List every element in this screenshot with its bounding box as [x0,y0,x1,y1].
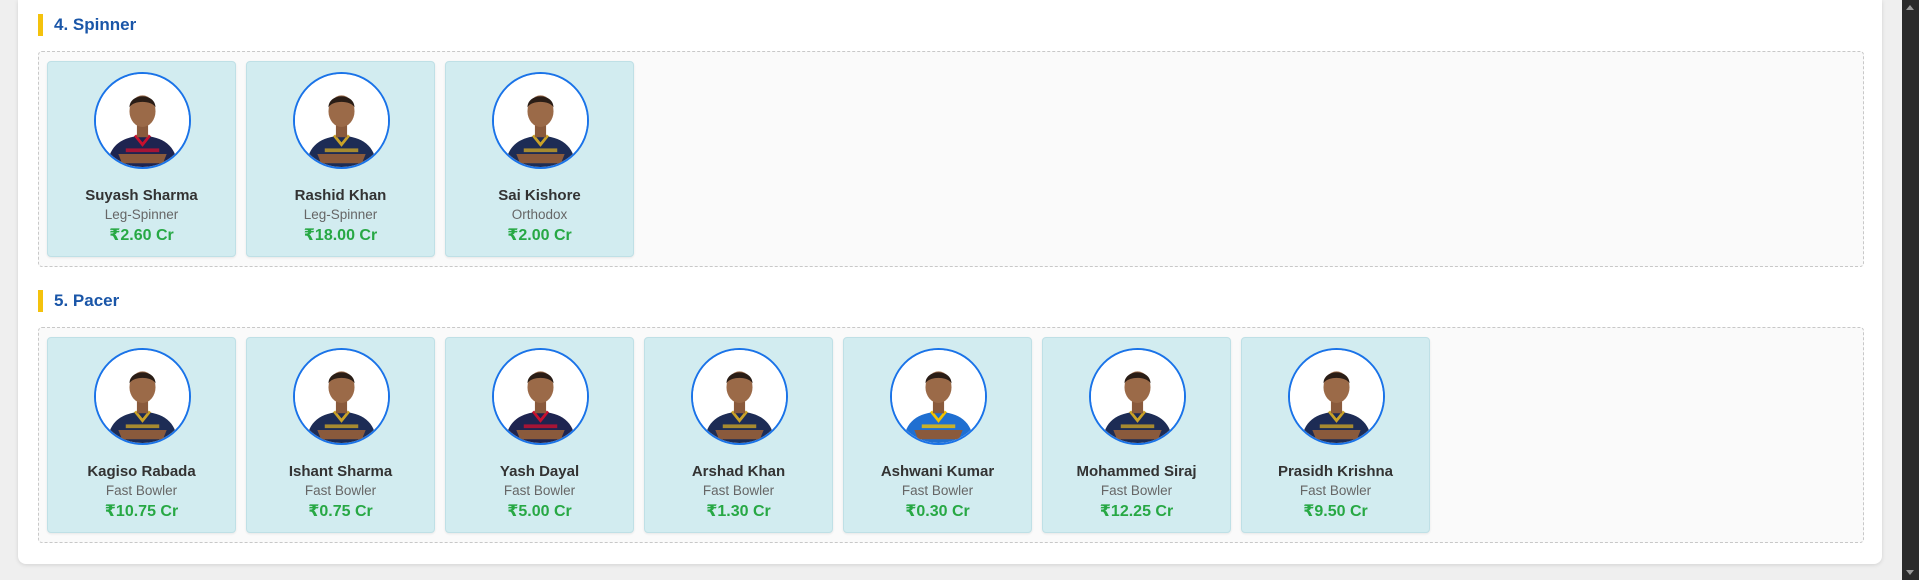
player-price: ₹1.30 Cr [706,503,771,520]
player-avatar [293,348,390,445]
player-price: ₹0.75 Cr [308,503,373,520]
player-name: Prasidh Krishna [1277,463,1394,480]
scroll-down-arrow-icon[interactable] [1906,570,1914,575]
vertical-scrollbar[interactable] [1902,0,1919,580]
player-name: Suyash Sharma [85,187,198,204]
player-role: Fast Bowler [702,483,775,498]
player-card[interactable]: Sai Kishore Orthodox ₹2.00 Cr [445,61,634,257]
player-price: ₹5.00 Cr [507,503,572,520]
player-card[interactable]: Kagiso Rabada Fast Bowler ₹10.75 Cr [47,337,236,533]
player-avatar [492,348,589,445]
player-card[interactable]: Yash Dayal Fast Bowler ₹5.00 Cr [445,337,634,533]
section-title-spinner: 4. Spinner [38,14,136,36]
player-price: ₹12.25 Cr [1099,503,1174,520]
player-name: Kagiso Rabada [87,463,196,480]
player-role: Fast Bowler [1299,483,1372,498]
player-price: ₹10.75 Cr [104,503,179,520]
pacer-group: Kagiso Rabada Fast Bowler ₹10.75 Cr Isha… [38,327,1864,543]
player-name: Ashwani Kumar [880,463,995,480]
player-avatar [492,72,589,169]
scroll-up-arrow-icon[interactable] [1906,5,1914,10]
player-price: ₹2.60 Cr [109,227,174,244]
player-card[interactable]: Rashid Khan Leg-Spinner ₹18.00 Cr [246,61,435,257]
player-avatar [890,348,987,445]
player-name: Ishant Sharma [288,463,393,480]
player-avatar [691,348,788,445]
player-price: ₹9.50 Cr [1303,503,1368,520]
player-card[interactable]: Ishant Sharma Fast Bowler ₹0.75 Cr [246,337,435,533]
player-role: Fast Bowler [503,483,576,498]
player-role: Fast Bowler [105,483,178,498]
player-card[interactable]: Suyash Sharma Leg-Spinner ₹2.60 Cr [47,61,236,257]
player-price: ₹18.00 Cr [303,227,378,244]
player-role: Fast Bowler [1100,483,1173,498]
player-card[interactable]: Arshad Khan Fast Bowler ₹1.30 Cr [644,337,833,533]
player-name: Arshad Khan [691,463,786,480]
player-role: Fast Bowler [901,483,974,498]
player-role: Fast Bowler [304,483,377,498]
player-avatar [94,348,191,445]
player-avatar [94,72,191,169]
player-card[interactable]: Prasidh Krishna Fast Bowler ₹9.50 Cr [1241,337,1430,533]
player-price: ₹0.30 Cr [905,503,970,520]
player-name: Mohammed Siraj [1076,463,1197,480]
player-avatar [1089,348,1186,445]
player-name: Yash Dayal [499,463,580,480]
player-card[interactable]: Ashwani Kumar Fast Bowler ₹0.30 Cr [843,337,1032,533]
player-role: Leg-Spinner [303,207,378,222]
player-name: Sai Kishore [498,187,581,204]
squad-panel: 4. Spinner Suyash Sharma Leg-Spinner ₹2.… [18,0,1882,564]
player-avatar [1288,348,1385,445]
player-price: ₹2.00 Cr [507,227,572,244]
player-card[interactable]: Mohammed Siraj Fast Bowler ₹12.25 Cr [1042,337,1231,533]
player-avatar [293,72,390,169]
section-title-pacer: 5. Pacer [38,290,119,312]
spinner-group: Suyash Sharma Leg-Spinner ₹2.60 Cr Rashi… [38,51,1864,267]
player-name: Rashid Khan [294,187,387,204]
player-role: Orthodox [511,207,568,222]
player-role: Leg-Spinner [104,207,179,222]
